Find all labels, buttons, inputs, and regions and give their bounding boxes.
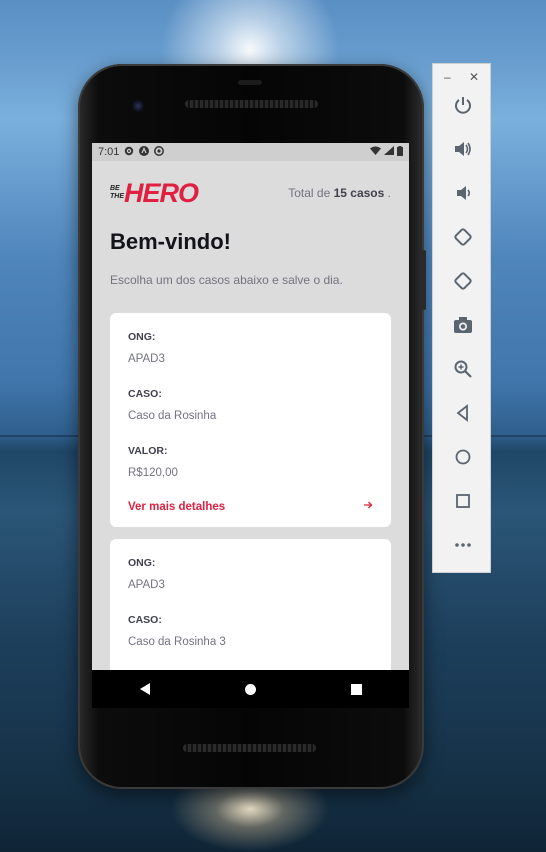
nav-back-icon[interactable]	[139, 683, 150, 695]
home-icon	[453, 447, 473, 473]
settings-icon	[124, 146, 134, 159]
case-card: ONG: APAD3 CASO: Caso da Rosinha VALOR: …	[110, 313, 391, 527]
total-suffix: .	[387, 186, 391, 200]
battery-icon	[397, 145, 403, 159]
overview-button[interactable]	[433, 482, 492, 526]
ong-value: APAD3	[128, 579, 165, 591]
zoom-button[interactable]	[433, 350, 492, 394]
total-prefix: Total de	[288, 186, 331, 200]
camera-icon	[453, 315, 473, 341]
emulator-toolbar: – ✕	[432, 63, 491, 573]
rotate-left-button[interactable]	[433, 218, 492, 262]
case-card: ONG: APAD3 CASO: Caso da Rosinha 3	[110, 539, 391, 670]
case-label: CASO:	[128, 614, 162, 626]
phone-side-button	[422, 250, 426, 310]
total-count: 15 casos	[333, 186, 385, 200]
app-screen: 7:01 BE THE HERO Total de 15 casos . Bem…	[92, 143, 409, 670]
signal-icon	[384, 146, 394, 158]
volume-up-icon	[453, 139, 473, 165]
logo-small-text: BE THE	[110, 185, 124, 200]
volume-up-button[interactable]	[433, 130, 492, 174]
page-title: Bem-vindo!	[110, 229, 231, 254]
total-cases: Total de 15 casos .	[288, 186, 391, 200]
screenshot-button[interactable]	[433, 306, 492, 350]
volume-down-icon	[453, 183, 473, 209]
more-button[interactable]	[433, 526, 492, 570]
power-button[interactable]	[433, 86, 492, 130]
page-subtitle: Escolha um dos casos abaixo e salve o di…	[110, 273, 343, 287]
value-label: VALOR:	[128, 445, 168, 457]
logo-big-text: HERO	[124, 178, 199, 208]
case-value: Caso da Rosinha 3	[128, 636, 226, 648]
zoom-icon	[453, 359, 473, 385]
phone-camera	[131, 99, 145, 113]
arrow-right-icon	[363, 500, 373, 513]
home-button[interactable]	[433, 438, 492, 482]
value-value: R$120,00	[128, 467, 178, 479]
water-sparkle	[170, 780, 330, 852]
case-label: CASO:	[128, 388, 162, 400]
more-icon	[453, 535, 473, 561]
rotate-right-icon	[452, 270, 474, 298]
rotate-right-button[interactable]	[433, 262, 492, 306]
phone-top-slit	[238, 80, 262, 85]
status-bar: 7:01	[92, 143, 409, 161]
overview-icon	[453, 491, 473, 517]
details-label: Ver mais detalhes	[128, 500, 226, 513]
be-the-hero-logo: BE THE HERO	[110, 178, 199, 208]
phone-top-speaker	[185, 100, 318, 108]
minimize-button[interactable]: –	[444, 70, 451, 86]
ong-label: ONG:	[128, 557, 156, 569]
back-icon	[453, 403, 473, 429]
nav-recents-icon[interactable]	[350, 683, 362, 695]
nav-home-icon[interactable]	[244, 683, 256, 695]
close-button[interactable]: ✕	[469, 70, 479, 86]
power-icon	[453, 95, 473, 121]
case-value: Caso da Rosinha	[128, 410, 217, 422]
status-time: 7:01	[98, 146, 120, 158]
notification-sync-icon	[154, 145, 165, 159]
volume-down-button[interactable]	[433, 174, 492, 218]
details-button[interactable]: Ver mais detalhes	[128, 500, 373, 513]
ong-label: ONG:	[128, 331, 156, 343]
app-header: BE THE HERO Total de 15 casos .	[92, 161, 409, 211]
ong-value: APAD3	[128, 353, 165, 365]
wifi-icon	[370, 146, 381, 158]
notification-a-icon	[139, 145, 150, 159]
back-button[interactable]	[433, 394, 492, 438]
phone-bottom-speaker	[183, 744, 316, 752]
android-nav-bar	[92, 670, 409, 708]
rotate-left-icon	[452, 226, 474, 254]
